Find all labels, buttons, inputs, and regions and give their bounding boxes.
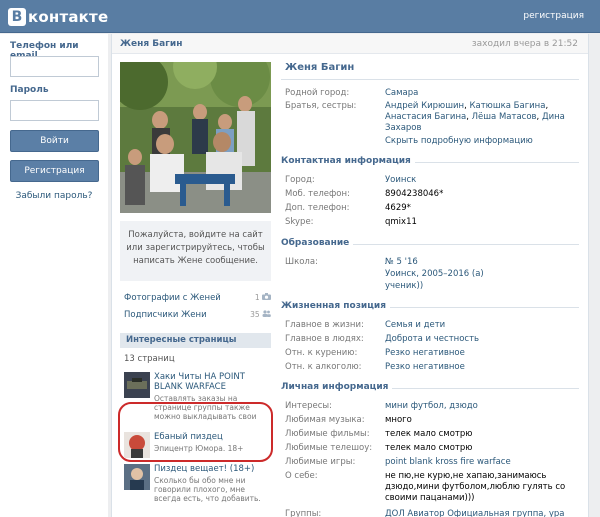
about-label: О себе:	[285, 471, 318, 481]
pages-count: 13 страниц	[124, 354, 175, 364]
hometown-label: Родной город:	[285, 88, 350, 98]
alcohol-label: Отн. к алкоголю:	[285, 362, 362, 372]
education-section-title: Образование	[281, 238, 354, 248]
password-input[interactable]	[10, 100, 99, 121]
page-avatar	[124, 464, 150, 490]
alcohol-value[interactable]: Резко негативное	[385, 362, 465, 372]
school-detail[interactable]: Уоинск, 2005–2016 (а)	[385, 269, 484, 279]
city-value[interactable]: Уоинск	[385, 175, 416, 185]
page-avatar	[124, 372, 150, 398]
register-button[interactable]: Регистрация	[10, 160, 99, 182]
school-role[interactable]: ученик))	[385, 281, 423, 291]
page-description: Сколько бы обо мне ни говорили плохого, …	[154, 476, 261, 503]
page-title[interactable]: Ебаный пиздец	[154, 432, 271, 442]
tv-label: Любимые телешоу:	[285, 443, 373, 453]
profile-main: Женя Багин заходил вчера в 21:52 Пожалуй…	[111, 34, 589, 517]
groups-label: Группы:	[285, 509, 322, 517]
page-avatar	[124, 432, 150, 458]
groups-value[interactable]: ДОЛ Авиатор Официальная группа, ура	[385, 509, 565, 517]
games-value[interactable]: point blank kross fire warface	[385, 457, 511, 467]
page-title[interactable]: Хаки Читы НА POINT BLANK WARFACE	[154, 372, 271, 392]
online-status: заходил вчера в 21:52	[471, 39, 578, 49]
sibling-link[interactable]: Лёша Матасов	[472, 112, 537, 122]
page-title[interactable]: Пиздец вещает! (18+)	[154, 464, 271, 474]
profile-photo[interactable]	[120, 62, 271, 213]
tv-value: телек мало смотрю	[385, 443, 473, 453]
films-label: Любимые фильмы:	[285, 429, 370, 439]
main-value[interactable]: Семья и дети	[385, 320, 445, 330]
city-label: Город:	[285, 175, 315, 185]
login-button[interactable]: Войти	[10, 130, 99, 152]
photos-link-label: Фотографии с Женей	[124, 293, 221, 303]
interests-label: Интересы:	[285, 401, 332, 411]
siblings-value: Андрей Кирюшин, Катюшка Багина, Анастаси…	[385, 101, 565, 133]
mobile-label: Моб. телефон:	[285, 189, 350, 199]
extra-phone-value: 4629*	[385, 203, 411, 213]
music-value: много	[385, 415, 412, 425]
header-register-link[interactable]: регистрация	[523, 11, 584, 21]
page-description: Эпицентр Юмора. 18+	[154, 444, 244, 453]
interests-value[interactable]: мини футбол, дзюдо	[385, 401, 478, 411]
skype-label: Skype:	[285, 217, 314, 227]
list-item[interactable]: Пиздец вещает! (18+) Сколько бы обо мне …	[124, 464, 271, 514]
photos-link[interactable]: Фотографии с Женей 1	[124, 293, 271, 303]
message-prompt: Пожалуйста, войдите на сайт или зарегист…	[120, 221, 271, 281]
main-label: Главное в жизни:	[285, 320, 364, 330]
top-bar: В контакте регистрация	[0, 0, 600, 33]
vk-logo-text: контакте	[28, 8, 109, 26]
header-name: Женя Багин	[120, 39, 183, 49]
divider	[281, 79, 579, 80]
position-section-title: Жизненная позиция	[281, 301, 390, 311]
music-label: Любимая музыка:	[285, 415, 365, 425]
profile-header: Женя Багин заходил вчера в 21:52	[112, 34, 588, 54]
films-value: телек мало смотрю	[385, 429, 473, 439]
sibling-link[interactable]: Катюшка Багина	[469, 101, 545, 111]
personal-section-title: Личная информация	[281, 382, 393, 392]
forgot-password-link[interactable]: Забыли пароль?	[0, 191, 108, 201]
extra-phone-label: Доп. телефон:	[285, 203, 350, 213]
people-label: Главное в людях:	[285, 334, 364, 344]
about-value: не пю,не курю,не хапаю,занимаюсь дзюдо,м…	[385, 471, 566, 503]
mobile-value: 8904238046*	[385, 189, 444, 199]
siblings-label: Братья, сестры:	[285, 101, 357, 111]
toggle-details: Скрыть подробную информацию	[385, 136, 577, 147]
smoking-label: Отн. к курению:	[285, 348, 358, 358]
skype-value: qmix11	[385, 217, 417, 227]
hometown-value[interactable]: Самара	[385, 88, 418, 98]
people-value[interactable]: Доброта и честность	[385, 334, 479, 344]
interesting-pages-title[interactable]: Интересные страницы	[120, 333, 271, 348]
subscribers-count: 35	[250, 310, 271, 319]
subscribers-link-label: Подписчики Жени	[124, 310, 207, 320]
password-label: Пароль	[10, 85, 49, 95]
people-icon	[262, 310, 271, 317]
login-panel: Телефон или email Пароль Войти Регистрац…	[0, 34, 108, 517]
contact-section-title: Контактная информация	[281, 156, 415, 166]
subscribers-link[interactable]: Подписчики Жени 35	[124, 310, 271, 320]
sibling-link[interactable]: Анастасия Багина	[385, 112, 466, 122]
phone-input[interactable]	[10, 56, 99, 77]
page-title: Женя Багин	[285, 62, 355, 73]
smoking-value[interactable]: Резко негативное	[385, 348, 465, 358]
vk-logo-icon: В	[8, 8, 26, 26]
games-label: Любимые игры:	[285, 457, 356, 467]
school-value[interactable]: № 5 '16	[385, 257, 418, 267]
toggle-details-link[interactable]: Скрыть подробную информацию	[385, 136, 533, 146]
camera-icon	[262, 293, 271, 300]
photos-count: 1	[255, 293, 271, 302]
school-label: Школа:	[285, 257, 318, 267]
sibling-link[interactable]: Андрей Кирюшин	[385, 101, 464, 111]
vk-logo[interactable]: В контакте	[8, 7, 108, 27]
